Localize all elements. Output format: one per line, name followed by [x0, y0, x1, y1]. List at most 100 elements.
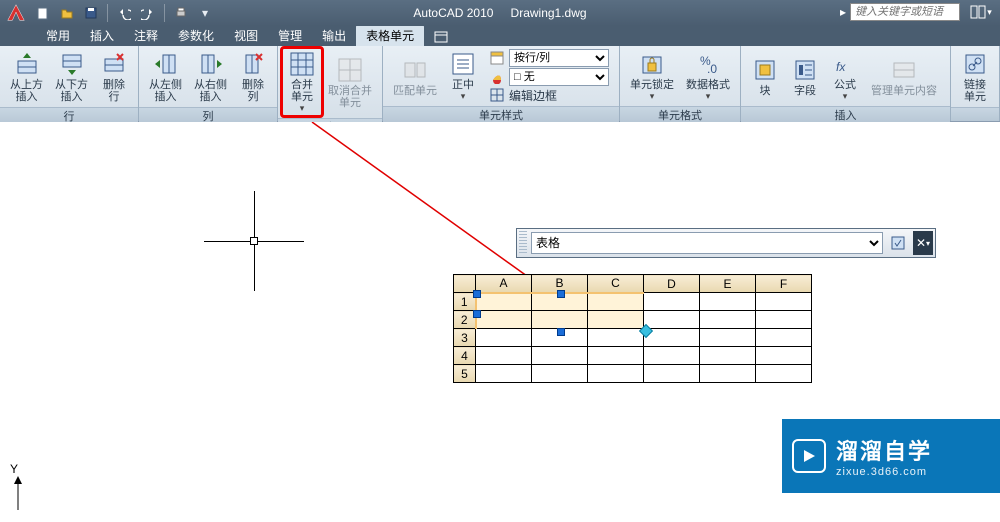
help-search-input[interactable]	[850, 3, 960, 21]
col-header[interactable]: E	[700, 275, 756, 293]
svg-text:fx: fx	[836, 60, 846, 74]
col-header[interactable]: C	[588, 275, 644, 293]
cell[interactable]	[476, 311, 532, 329]
cell[interactable]	[644, 311, 700, 329]
qat-redo-icon[interactable]	[137, 3, 159, 23]
cell[interactable]	[700, 347, 756, 365]
doc-name: Drawing1.dwg	[511, 6, 587, 20]
help-search: ▸	[840, 3, 960, 21]
link-cell-button[interactable]: 链接单元	[955, 48, 995, 105]
tab-annotate[interactable]: 注释	[124, 24, 168, 46]
rowcol-dropdown[interactable]: 按行/列	[509, 49, 609, 67]
play-icon	[792, 439, 826, 473]
cell[interactable]	[476, 365, 532, 383]
col-header[interactable]: D	[644, 275, 700, 293]
border-icon[interactable]	[489, 87, 505, 103]
cell[interactable]	[756, 329, 812, 347]
object-type-dropdown[interactable]: 表格	[531, 232, 883, 254]
panel-merge: 合并单元▾ 取消合并单元 合	[278, 46, 383, 121]
cell[interactable]	[588, 347, 644, 365]
insert-field-button[interactable]: 字段	[785, 54, 825, 99]
cell[interactable]	[532, 311, 588, 329]
toolbar-grip[interactable]	[519, 231, 527, 255]
insert-col-left-button[interactable]: 从左侧插入	[143, 48, 188, 105]
grip-top-mid[interactable]	[557, 290, 565, 298]
cell[interactable]	[644, 293, 700, 311]
panel-cell-format: 单元锁定▾ %.0数据格式▾ 单元格式	[620, 46, 741, 121]
cell[interactable]	[588, 293, 644, 311]
app-logo[interactable]	[4, 1, 28, 25]
cell[interactable]	[476, 347, 532, 365]
insert-formula-button[interactable]: fx公式▾	[825, 48, 865, 104]
bg-color-icon[interactable]	[489, 69, 505, 85]
merge-cells-button[interactable]: 合并单元▾	[282, 48, 322, 116]
infocenter-icon[interactable]: ▾	[970, 3, 992, 21]
quick-properties-bar[interactable]: 表格 ✕▾	[516, 228, 936, 258]
insert-block-button[interactable]: 块	[745, 54, 785, 99]
cell[interactable]	[476, 329, 532, 347]
data-format-button[interactable]: %.0数据格式▾	[680, 48, 736, 104]
cell[interactable]	[756, 365, 812, 383]
watermark-sub: zixue.3d66.com	[836, 466, 932, 478]
drawing-canvas[interactable]: 表格 ✕▾ A B C D E F 1 2 3 4	[0, 122, 1000, 521]
quick-access-toolbar: ▾	[32, 3, 216, 23]
bg-fill-dropdown[interactable]: □ 无	[509, 68, 609, 86]
panel-label-link	[951, 107, 999, 121]
quick-select-icon[interactable]	[886, 231, 910, 255]
cell[interactable]	[756, 311, 812, 329]
grip-top-left[interactable]	[473, 290, 481, 298]
qat-new-icon[interactable]	[32, 3, 54, 23]
tab-home[interactable]: 常用	[36, 24, 80, 46]
cell[interactable]	[700, 293, 756, 311]
tab-overflow-icon[interactable]	[430, 28, 452, 46]
match-cell-button[interactable]: 匹配单元	[387, 54, 443, 99]
grip-left-mid[interactable]	[473, 310, 481, 318]
tab-output[interactable]: 输出	[312, 24, 356, 46]
qat-undo-icon[interactable]	[113, 3, 135, 23]
cell-lock-button[interactable]: 单元锁定▾	[624, 48, 680, 104]
col-header[interactable]: A	[476, 275, 532, 293]
cell[interactable]	[476, 293, 532, 311]
rowcol-icon	[489, 50, 505, 66]
edit-border-label[interactable]: 编辑边框	[509, 87, 557, 104]
tab-insert[interactable]: 插入	[80, 24, 124, 46]
watermark: 溜溜自学 zixue.3d66.com	[782, 419, 1000, 493]
tab-table-cell[interactable]: 表格单元	[356, 24, 424, 46]
insert-row-above-button[interactable]: 从上方插入	[4, 48, 49, 105]
col-header[interactable]: F	[756, 275, 812, 293]
qat-save-icon[interactable]	[80, 3, 102, 23]
row-header[interactable]: 5	[454, 365, 476, 383]
row-header[interactable]: 4	[454, 347, 476, 365]
qat-open-icon[interactable]	[56, 3, 78, 23]
cell[interactable]	[756, 347, 812, 365]
close-panel-icon[interactable]: ✕▾	[913, 231, 933, 255]
align-middle-center-button[interactable]: 正中▾	[443, 48, 483, 104]
cell[interactable]	[756, 293, 812, 311]
cell[interactable]	[700, 365, 756, 383]
row-header[interactable]: 3	[454, 329, 476, 347]
cell[interactable]	[532, 347, 588, 365]
cell[interactable]	[700, 311, 756, 329]
grip-bottom-mid[interactable]	[557, 328, 565, 336]
cell[interactable]	[644, 347, 700, 365]
insert-col-right-button[interactable]: 从右侧插入	[188, 48, 233, 105]
insert-row-below-button[interactable]: 从下方插入	[49, 48, 94, 105]
cell[interactable]	[532, 365, 588, 383]
tab-parametric[interactable]: 参数化	[168, 24, 224, 46]
ribbon-tabs: 常用 插入 注释 参数化 视图 管理 输出 表格单元	[0, 26, 1000, 46]
qat-separator	[107, 4, 108, 22]
cell[interactable]	[700, 329, 756, 347]
tab-manage[interactable]: 管理	[268, 24, 312, 46]
cell[interactable]	[588, 365, 644, 383]
cell[interactable]	[588, 311, 644, 329]
delete-row-button[interactable]: 删除行	[94, 48, 134, 105]
panel-rows: 从上方插入 从下方插入 删除行 行	[0, 46, 139, 121]
unmerge-cells-button[interactable]: 取消合并单元	[322, 54, 378, 111]
delete-col-button[interactable]: 删除列	[233, 48, 273, 105]
manage-cell-content-button[interactable]: 管理单元内容	[865, 54, 943, 99]
qat-print-icon[interactable]	[170, 3, 192, 23]
qat-dropdown-icon[interactable]: ▾	[194, 3, 216, 23]
cell[interactable]	[644, 365, 700, 383]
tab-view[interactable]: 视图	[224, 24, 268, 46]
cell[interactable]	[588, 329, 644, 347]
